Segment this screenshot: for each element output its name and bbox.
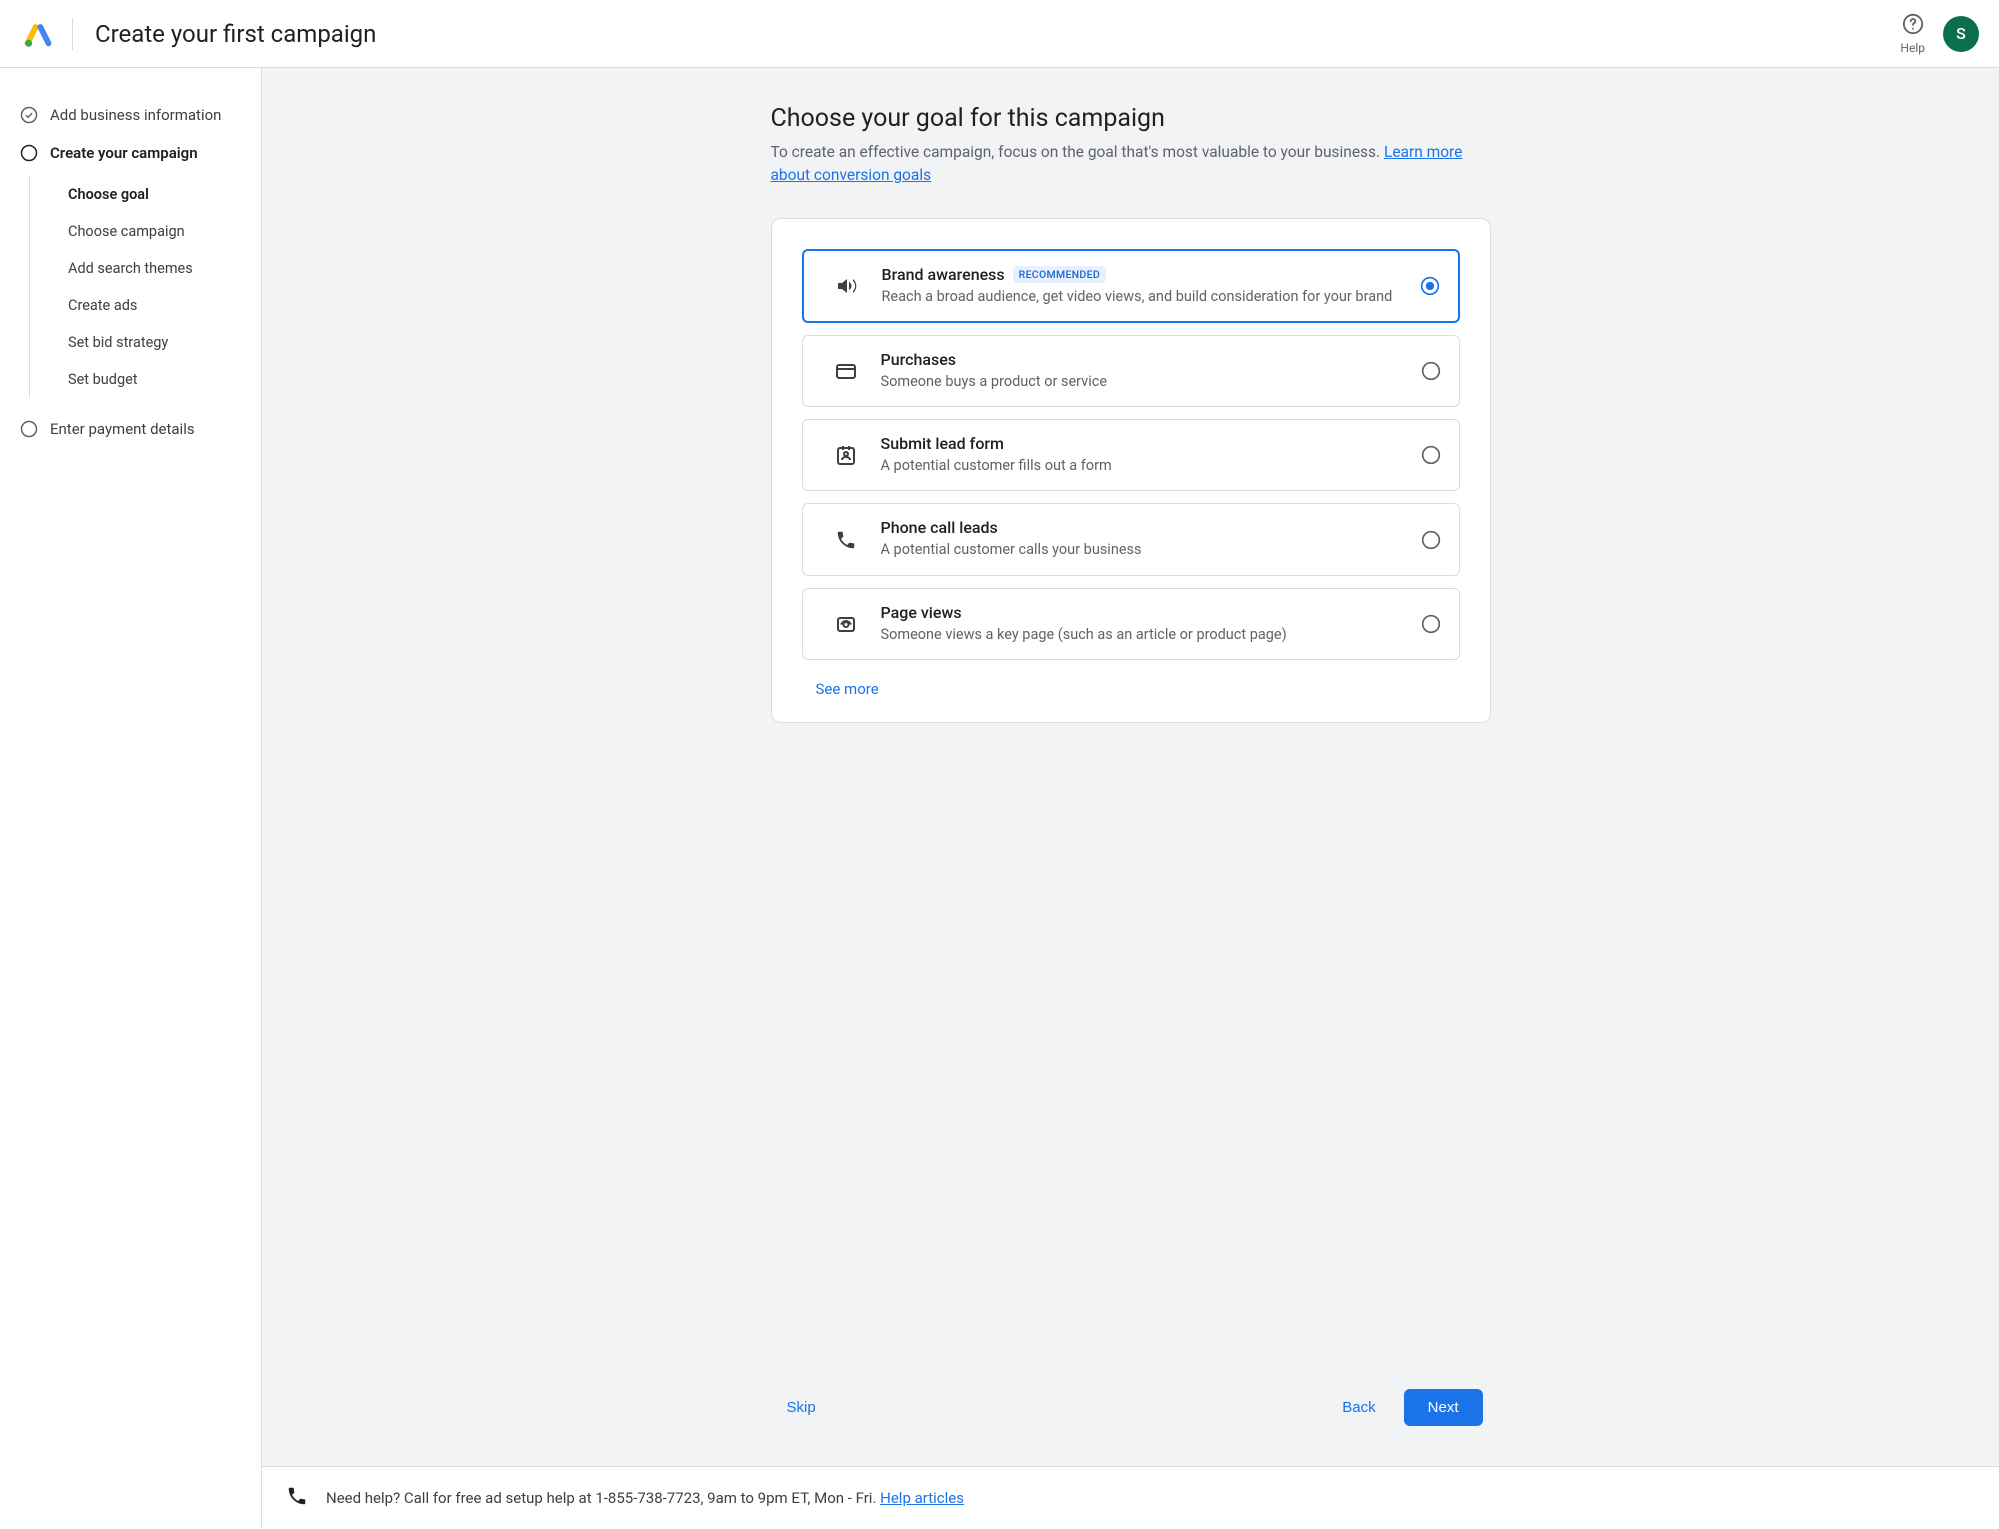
help-label: Help — [1900, 41, 1925, 55]
substep-set-budget[interactable]: Set budget — [68, 361, 253, 398]
step-label: Enter payment details — [50, 420, 195, 438]
goal-desc: A potential customer fills out a form — [881, 456, 1411, 476]
skip-button[interactable]: Skip — [779, 1389, 824, 1426]
google-ads-logo-icon — [24, 20, 52, 48]
footer-buttons: Skip Back Next — [761, 1389, 1501, 1426]
goal-brand-awareness[interactable]: Brand awareness RECOMMENDED Reach a broa… — [802, 249, 1460, 323]
phone-icon — [286, 1485, 308, 1511]
help-bar: Need help? Call for free ad setup help a… — [262, 1466, 1999, 1529]
substep-choose-campaign[interactable]: Choose campaign — [68, 213, 253, 250]
avatar-letter: S — [1956, 24, 1966, 43]
circle-icon — [20, 420, 38, 438]
radio-icon[interactable] — [1421, 361, 1441, 381]
help-articles-link[interactable]: Help articles — [880, 1489, 964, 1507]
step-create-campaign[interactable]: Create your campaign — [20, 134, 253, 172]
goal-title: Page views — [881, 603, 1411, 622]
substep-create-ads[interactable]: Create ads — [68, 287, 253, 324]
help-bar-text: Need help? Call for free ad setup help a… — [326, 1489, 880, 1507]
radio-icon[interactable] — [1421, 614, 1441, 634]
goal-desc: A potential customer calls your business — [881, 540, 1411, 560]
radio-icon[interactable] — [1421, 530, 1441, 550]
subtitle-text: To create an effective campaign, focus o… — [771, 143, 1384, 161]
page-header-title: Create your first campaign — [95, 20, 376, 48]
goal-submit-lead-form[interactable]: Submit lead form A potential customer fi… — [802, 419, 1460, 491]
avatar[interactable]: S — [1943, 16, 1979, 52]
goal-desc: Someone views a key page (such as an art… — [881, 625, 1411, 645]
page-title: Choose your goal for this campaign — [771, 104, 1491, 133]
step-label: Add business information — [50, 106, 221, 124]
goal-title: Phone call leads — [881, 518, 1411, 537]
goal-page-views[interactable]: Page views Someone views a key page (suc… — [802, 588, 1460, 660]
card-icon — [821, 359, 871, 383]
goals-card: Brand awareness RECOMMENDED Reach a broa… — [771, 218, 1491, 723]
see-more-link[interactable]: See more — [802, 672, 883, 700]
radio-icon[interactable] — [1421, 445, 1441, 465]
eye-icon — [821, 612, 871, 636]
recommended-badge: RECOMMENDED — [1013, 266, 1106, 283]
step-add-business-info[interactable]: Add business information — [20, 96, 253, 134]
goal-title: Submit lead form — [881, 434, 1411, 453]
substep-add-search-themes[interactable]: Add search themes — [68, 250, 253, 287]
next-button[interactable]: Next — [1404, 1389, 1483, 1426]
substep-set-bid-strategy[interactable]: Set bid strategy — [68, 324, 253, 361]
sidebar: Add business information Create your cam… — [0, 68, 262, 1529]
check-circle-icon — [20, 106, 38, 124]
app-header: Create your first campaign Help S — [0, 0, 1999, 68]
megaphone-icon — [822, 274, 872, 298]
radio-selected-icon[interactable] — [1420, 276, 1440, 296]
page-subtitle: To create an effective campaign, focus o… — [771, 141, 1491, 188]
goal-purchases[interactable]: Purchases Someone buys a product or serv… — [802, 335, 1460, 407]
substeps: Choose goal Choose campaign Add search t… — [29, 176, 253, 398]
help-icon — [1902, 13, 1924, 39]
back-button[interactable]: Back — [1334, 1389, 1383, 1426]
content-area: Choose your goal for this campaign To cr… — [262, 68, 1999, 1529]
step-label: Create your campaign — [50, 144, 198, 162]
goal-phone-call-leads[interactable]: Phone call leads A potential customer ca… — [802, 503, 1460, 575]
circle-icon — [20, 144, 38, 162]
step-enter-payment[interactable]: Enter payment details — [20, 410, 253, 448]
substep-choose-goal[interactable]: Choose goal — [68, 176, 253, 213]
help-button[interactable]: Help — [1900, 13, 1925, 55]
phone-icon — [821, 529, 871, 551]
goal-desc: Someone buys a product or service — [881, 372, 1411, 392]
form-icon — [821, 443, 871, 467]
header-divider — [72, 18, 73, 50]
goal-desc: Reach a broad audience, get video views,… — [882, 287, 1410, 307]
goal-title: Purchases — [881, 350, 1411, 369]
goal-title: Brand awareness — [882, 265, 1005, 284]
